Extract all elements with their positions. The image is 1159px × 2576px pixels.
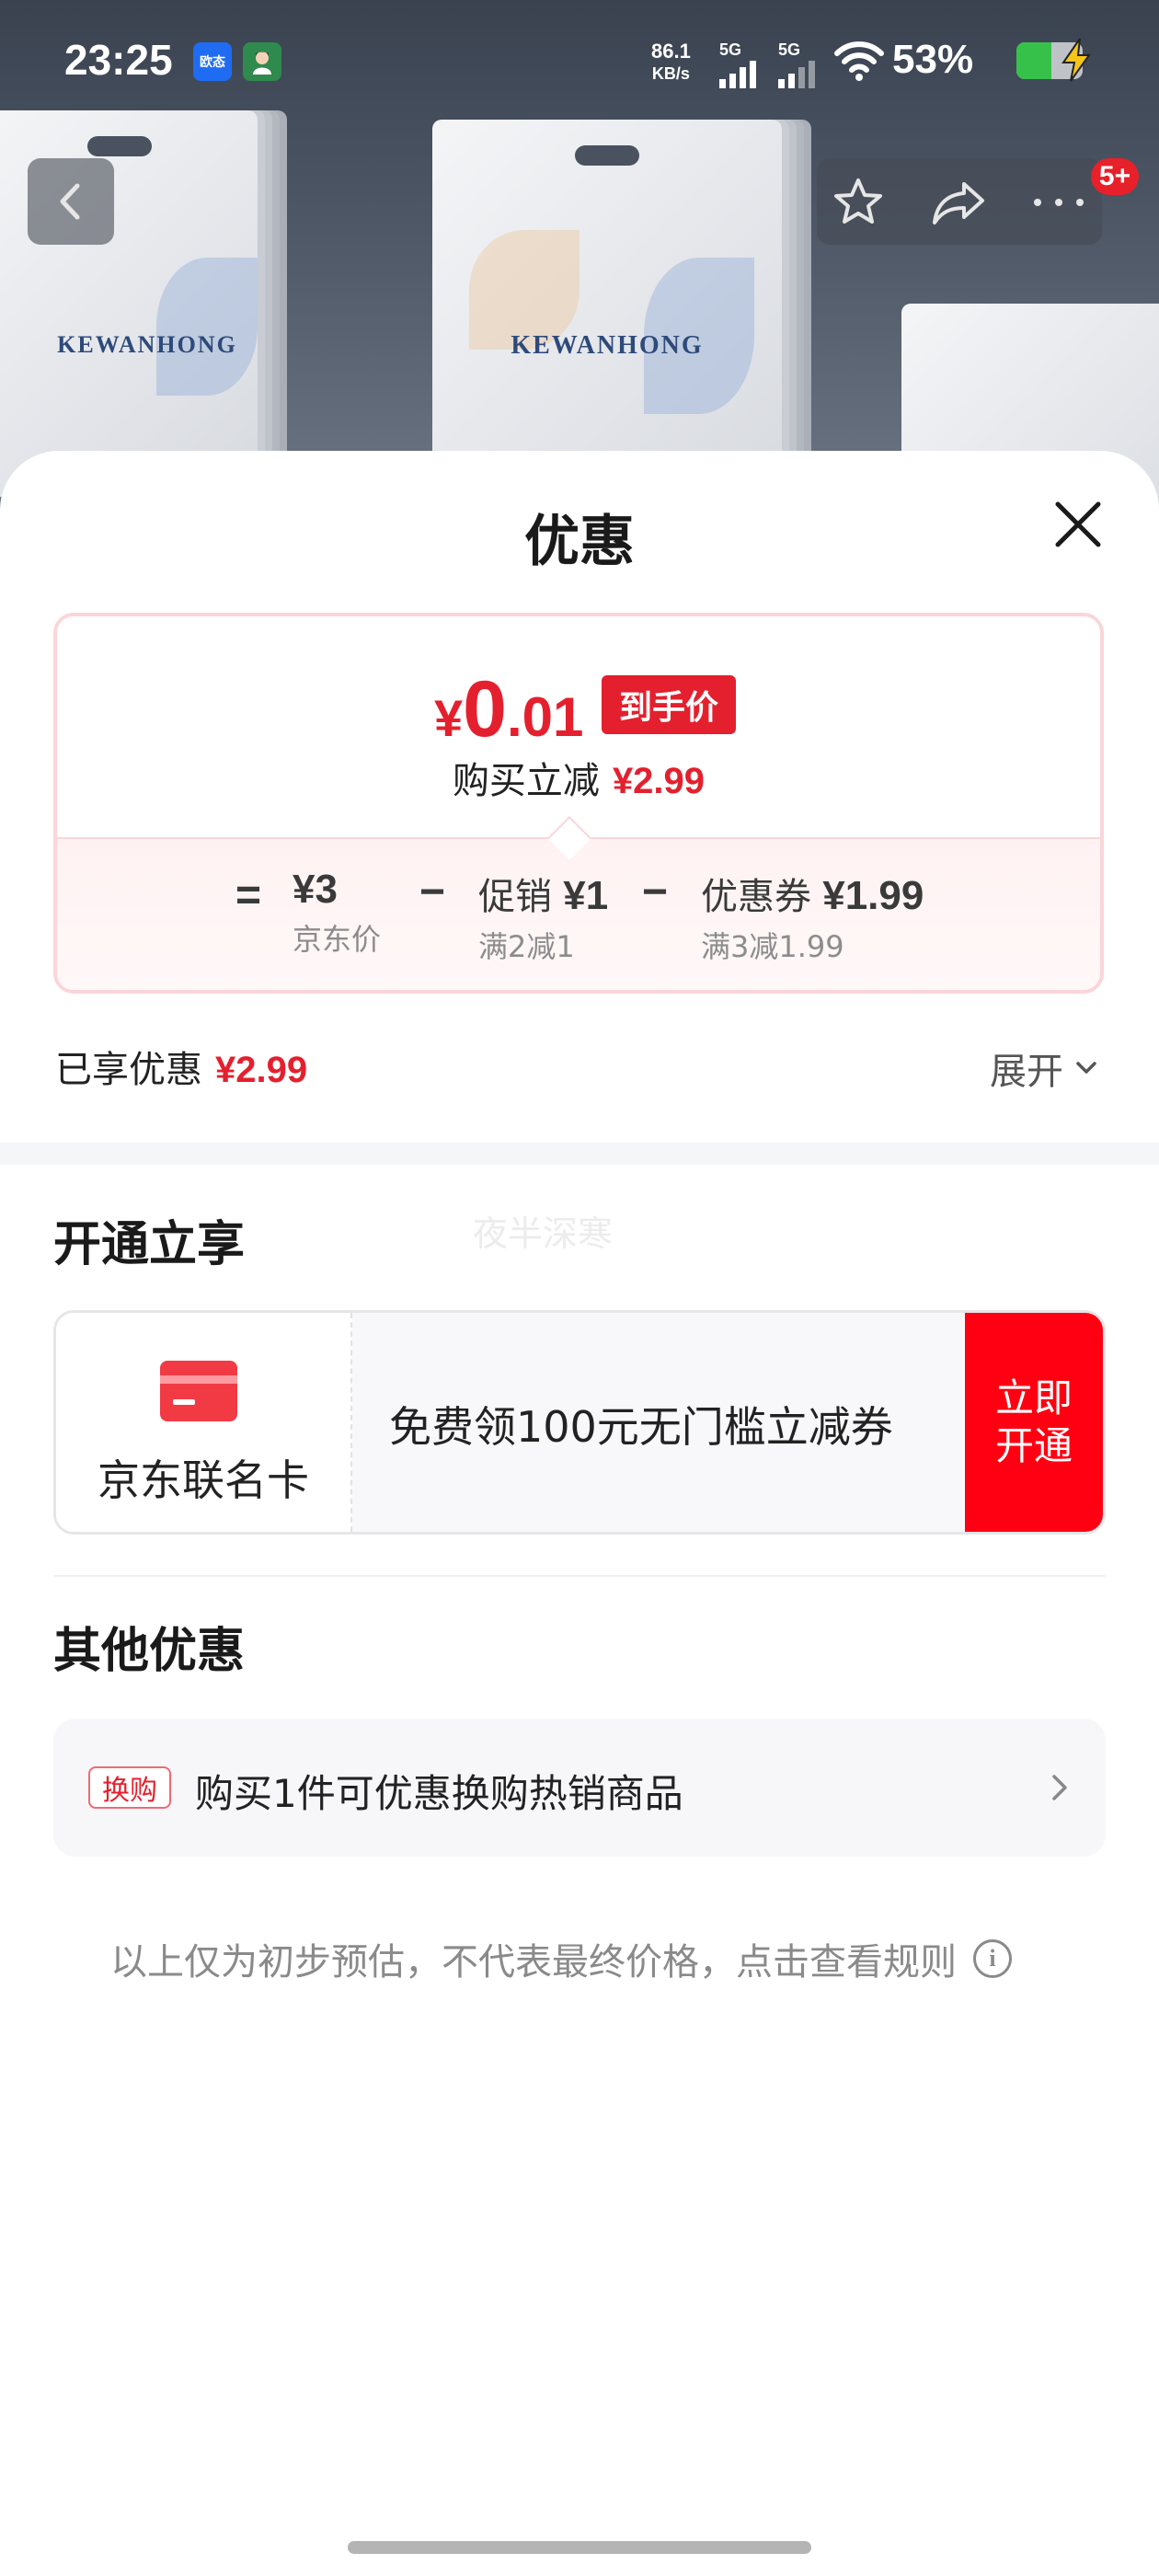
- chevron-down-icon: [1076, 1062, 1096, 1074]
- more-options-icon[interactable]: [1028, 190, 1089, 215]
- other-discounts-title: 其他优惠: [53, 1624, 246, 1679]
- currency-symbol: ¥: [434, 689, 464, 747]
- promo-rule: 满2减1: [478, 929, 575, 964]
- minus-sign: −: [419, 868, 446, 916]
- open-now-line1: 立即: [994, 1375, 1073, 1420]
- favorite-star-icon[interactable]: [828, 171, 889, 232]
- notification-badge: 5+: [1091, 158, 1139, 195]
- disclaimer-link[interactable]: 以上仅为初步预估，不代表最终价格，点击查看规则 i: [110, 1932, 1012, 1985]
- jd-price-block: ¥3 京东价: [293, 867, 381, 959]
- wifi-icon: [834, 41, 884, 81]
- final-price: ¥0.01: [434, 664, 583, 755]
- equals-sign: =: [235, 871, 262, 920]
- section-divider: [0, 1143, 1159, 1165]
- share-icon[interactable]: [927, 171, 992, 232]
- network-speed: 86.1 KB/s: [651, 40, 691, 85]
- price-calculation-row: = ¥3 京东价 − 促销 ¥1 满2减1 − 优惠券 ¥1.99 满3减1.9…: [57, 837, 1100, 990]
- watermark-text: 夜半深寒: [473, 1213, 614, 1254]
- promo-label: 促销: [478, 876, 552, 918]
- chevron-left-icon: [60, 183, 80, 220]
- enjoyed-discount: 已享优惠 ¥2.99: [55, 1040, 307, 1093]
- network-speed-unit: KB/s: [651, 64, 690, 83]
- avatar-notification-icon: [243, 42, 281, 81]
- package-brand-text: KEWANHONG: [511, 331, 704, 360]
- trade-in-offer-item[interactable]: 换购 购买1件可优惠换购热销商品: [53, 1719, 1106, 1857]
- reduction-amount: ¥2.99: [612, 761, 706, 801]
- info-icon: i: [973, 1939, 1012, 1978]
- sim2-label: 5G: [778, 40, 801, 59]
- jd-price-label: 京东价: [293, 922, 382, 957]
- chevron-right-icon: [1052, 1775, 1067, 1800]
- price-integer: 0: [463, 665, 507, 753]
- credit-card-icon: [160, 1361, 237, 1421]
- promo-block: 促销 ¥1 满2减1: [478, 867, 608, 966]
- minus-sign: −: [642, 868, 669, 916]
- back-button[interactable]: [28, 158, 114, 245]
- final-price-area: ¥0.01 到手价 购买立减 ¥2.99: [57, 616, 1100, 837]
- status-bar: 23:25 欧态 86.1 KB/s 5G 5G 53%: [0, 0, 1159, 129]
- promo-amount: ¥1: [563, 873, 609, 918]
- package-hang-hole: [575, 145, 639, 166]
- purchase-reduction: 购买立减 ¥2.99: [57, 751, 1100, 804]
- sheet-title: 优惠: [524, 510, 635, 574]
- sim1-label: 5G: [719, 40, 742, 59]
- app-notification-icon: 欧态: [193, 42, 232, 81]
- expand-button[interactable]: 展开: [990, 1041, 1102, 1095]
- package-hang-hole: [87, 136, 152, 156]
- coupon-amount: ¥1.99: [822, 873, 924, 918]
- open-benefit-title: 开通立享: [53, 1217, 246, 1272]
- cobrand-offer-text: 免费领100元无门槛立减券: [389, 1402, 893, 1452]
- package-leaf-graphic: [156, 258, 258, 396]
- enjoyed-amount: ¥2.99: [215, 1050, 308, 1090]
- price-breakdown-card: ¥0.01 到手价 购买立减 ¥2.99 = ¥3 京东价 − 促销 ¥1 满2减…: [53, 613, 1104, 994]
- trade-in-text: 购买1件可优惠换购热销商品: [195, 1771, 683, 1816]
- coupon-label: 优惠券: [701, 876, 811, 918]
- product-package-right: KEWANHONG: [432, 120, 782, 506]
- divider-line: [53, 1575, 1106, 1577]
- enjoyed-label: 已享优惠: [55, 1049, 202, 1091]
- battery-percent: 53%: [892, 37, 974, 82]
- open-now-button[interactable]: 立即 开通: [965, 1313, 1103, 1532]
- cobrand-card-info: 京东联名卡: [56, 1313, 352, 1532]
- coupon-rule: 满3减1.99: [701, 929, 844, 964]
- trade-in-tag: 换购: [88, 1766, 171, 1809]
- cobrand-card-name: 京东联名卡: [98, 1455, 309, 1505]
- package-brand-text: KEWANHONG: [57, 331, 237, 358]
- close-icon[interactable]: [1049, 495, 1107, 554]
- expand-label: 展开: [990, 1051, 1063, 1093]
- open-now-line2: 开通: [994, 1423, 1073, 1468]
- jd-price-value: ¥3: [293, 867, 338, 912]
- disclaimer-text: 以上仅为初步预估，不代表最终价格，点击查看规则: [110, 1941, 957, 1984]
- status-time: 23:25: [64, 36, 173, 84]
- final-price-tag: 到手价: [602, 675, 736, 734]
- network-speed-value: 86.1: [651, 40, 691, 63]
- price-decimal: .01: [507, 686, 584, 748]
- reduction-label: 购买立减: [452, 760, 600, 802]
- coupon-block: 优惠券 ¥1.99 满3减1.99: [701, 867, 924, 966]
- cobrand-card-offer[interactable]: 京东联名卡 免费领100元无门槛立减券 立即 开通: [53, 1310, 1106, 1535]
- charging-bolt-icon: [1061, 38, 1091, 82]
- home-indicator[interactable]: [348, 2541, 811, 2554]
